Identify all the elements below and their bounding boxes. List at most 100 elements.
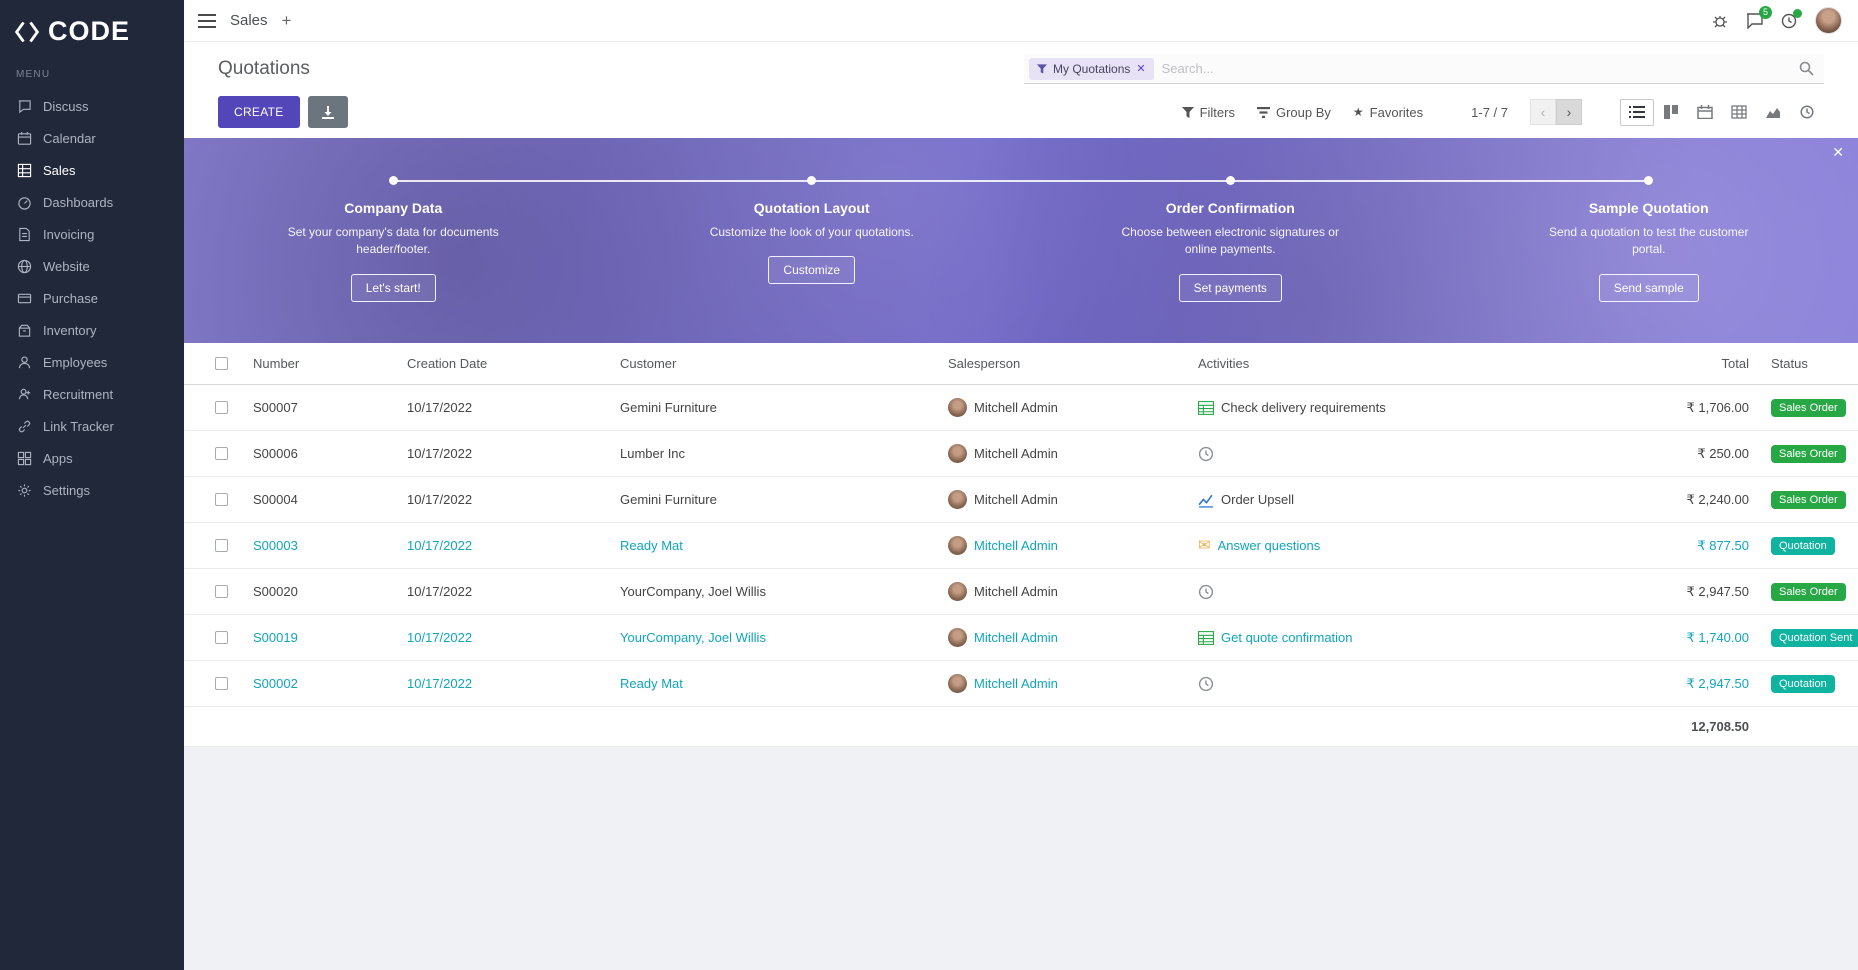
sidebar-item-link-tracker[interactable]: Link Tracker <box>0 410 184 442</box>
salesperson-avatar <box>948 398 967 417</box>
sidebar-item-dashboards[interactable]: Dashboards <box>0 186 184 218</box>
cell-customer: YourCompany, Joel Willis <box>620 630 948 645</box>
sidebar-item-label: Calendar <box>43 131 96 146</box>
table-row[interactable]: S00002 10/17/2022 Ready Mat Mitchell Adm… <box>184 661 1858 707</box>
filters-label: Filters <box>1200 105 1235 120</box>
salesperson-avatar <box>948 490 967 509</box>
send-sample-button[interactable]: Send sample <box>1599 274 1699 302</box>
sidebar-item-recruitment[interactable]: Recruitment <box>0 378 184 410</box>
cell-activity[interactable]: Check delivery requirements <box>1198 400 1618 416</box>
set-payments-button[interactable]: Set payments <box>1179 274 1282 302</box>
col-header-total[interactable]: Total <box>1618 356 1749 371</box>
pager-range: 1-7 / 7 <box>1471 105 1508 120</box>
facet-remove-icon[interactable]: ✕ <box>1136 62 1145 75</box>
invoicing-icon <box>16 226 32 242</box>
pager-next-button[interactable]: › <box>1556 99 1582 125</box>
sidebar-item-label: Link Tracker <box>43 419 114 434</box>
task-list-icon <box>1198 400 1214 416</box>
sidebar-item-calendar[interactable]: Calendar <box>0 122 184 154</box>
app-title[interactable]: Sales <box>230 12 268 29</box>
cell-activity[interactable]: Get quote confirmation <box>1198 630 1618 646</box>
customize-button[interactable]: Customize <box>768 256 855 284</box>
search-icon[interactable] <box>1799 61 1814 76</box>
table-row[interactable]: S00019 10/17/2022 YourCompany, Joel Will… <box>184 615 1858 661</box>
graph-view-button[interactable] <box>1756 99 1790 126</box>
cell-number: S00003 <box>253 538 407 553</box>
pager-previous-button[interactable]: ‹ <box>1530 99 1556 125</box>
sidebar-item-purchase[interactable]: Purchase <box>0 282 184 314</box>
list-view-button[interactable] <box>1620 99 1654 126</box>
col-header-customer[interactable]: Customer <box>620 356 948 371</box>
cell-creation-date: 10/17/2022 <box>407 492 620 507</box>
cell-customer: Gemini Furniture <box>620 400 948 415</box>
row-checkbox[interactable] <box>215 401 228 414</box>
table-row[interactable]: S00003 10/17/2022 Ready Mat Mitchell Adm… <box>184 523 1858 569</box>
cell-activity[interactable] <box>1198 446 1618 462</box>
brand-logo[interactable]: CODE <box>0 0 184 67</box>
calendar-view-button[interactable] <box>1688 99 1722 126</box>
sidebar-item-label: Apps <box>43 451 73 466</box>
activities-clock-icon[interactable] <box>1781 13 1797 29</box>
sidebar-item-settings[interactable]: Settings <box>0 474 184 506</box>
col-header-activities[interactable]: Activities <box>1198 356 1618 371</box>
hamburger-menu-icon[interactable] <box>198 14 216 28</box>
link-icon <box>16 418 32 434</box>
step-dot <box>1644 176 1653 185</box>
debug-bug-icon[interactable] <box>1712 13 1728 29</box>
quotations-table: Number Creation Date Customer Salesperso… <box>184 343 1858 747</box>
sidebar-item-website[interactable]: Website <box>0 250 184 282</box>
sidebar-item-inventory[interactable]: Inventory <box>0 314 184 346</box>
user-avatar[interactable] <box>1815 7 1842 34</box>
favorites-button[interactable]: ★ Favorites <box>1353 105 1423 120</box>
export-button[interactable] <box>308 96 348 128</box>
cell-total: ₹ 2,240.00 <box>1618 492 1749 508</box>
credit-card-icon <box>16 290 32 306</box>
pivot-view-button[interactable] <box>1722 99 1756 126</box>
envelope-icon: ✉ <box>1198 538 1211 553</box>
messages-icon[interactable]: 5 <box>1746 13 1763 29</box>
col-header-status[interactable]: Status <box>1771 356 1858 371</box>
step-title: Quotation Layout <box>754 200 870 216</box>
activity-view-button[interactable] <box>1790 99 1824 126</box>
row-checkbox[interactable] <box>215 585 228 598</box>
status-badge: Quotation <box>1771 675 1835 693</box>
col-header-salesperson[interactable]: Salesperson <box>948 356 1198 371</box>
row-checkbox[interactable] <box>215 539 228 552</box>
sidebar-item-invoicing[interactable]: Invoicing <box>0 218 184 250</box>
table-row[interactable]: S00007 10/17/2022 Gemini Furniture Mitch… <box>184 385 1858 431</box>
onboarding-step-quotation-layout: Quotation Layout Customize the look of y… <box>603 176 1022 343</box>
group-by-button[interactable]: Group By <box>1257 105 1331 120</box>
table-row[interactable]: S00004 10/17/2022 Gemini Furniture Mitch… <box>184 477 1858 523</box>
cell-number: S00019 <box>253 630 407 645</box>
search-input[interactable] <box>1154 57 1799 80</box>
row-checkbox[interactable] <box>215 447 228 460</box>
cell-activity[interactable] <box>1198 584 1618 600</box>
select-all-checkbox[interactable] <box>215 357 228 370</box>
filters-button[interactable]: Filters <box>1182 105 1235 120</box>
kanban-view-button[interactable] <box>1654 99 1688 126</box>
row-checkbox[interactable] <box>215 493 228 506</box>
cell-activity[interactable] <box>1198 676 1618 692</box>
salesperson-avatar <box>948 628 967 647</box>
sidebar-item-apps[interactable]: Apps <box>0 442 184 474</box>
col-header-creation-date[interactable]: Creation Date <box>407 356 620 371</box>
sidebar-item-discuss[interactable]: Discuss <box>0 90 184 122</box>
filter-facet-icon <box>1037 64 1047 74</box>
row-checkbox[interactable] <box>215 631 228 644</box>
cell-activity[interactable]: Order Upsell <box>1198 492 1618 508</box>
create-button[interactable]: CREATE <box>218 96 300 128</box>
search-facet[interactable]: My Quotations ✕ <box>1029 58 1154 80</box>
control-panel: Quotations My Quotations ✕ CREATE <box>184 42 1858 138</box>
table-row[interactable]: S00006 10/17/2022 Lumber Inc Mitchell Ad… <box>184 431 1858 477</box>
cell-activity[interactable]: ✉ Answer questions <box>1198 538 1618 553</box>
sidebar-item-employees[interactable]: Employees <box>0 346 184 378</box>
star-icon: ★ <box>1353 105 1364 119</box>
new-tab-icon[interactable]: + <box>282 11 292 31</box>
sidebar-item-label: Purchase <box>43 291 98 306</box>
col-header-number[interactable]: Number <box>253 356 407 371</box>
lets-start-button[interactable]: Let's start! <box>351 274 436 302</box>
sidebar-item-sales[interactable]: Sales <box>0 154 184 186</box>
grand-total: 12,708.50 <box>1618 719 1749 734</box>
table-row[interactable]: S00020 10/17/2022 YourCompany, Joel Will… <box>184 569 1858 615</box>
row-checkbox[interactable] <box>215 677 228 690</box>
